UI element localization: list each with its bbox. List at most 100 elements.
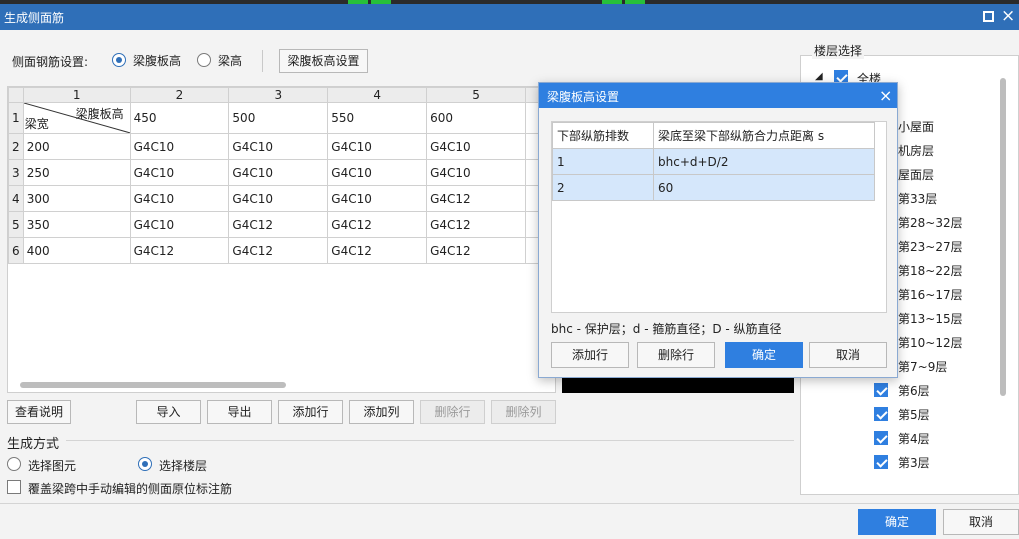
column-header[interactable]: 5 bbox=[426, 87, 526, 103]
horizontal-scrollbar[interactable] bbox=[20, 382, 286, 388]
table-cell[interactable]: G4C10 bbox=[426, 159, 526, 186]
row-header[interactable]: 6 bbox=[8, 237, 24, 264]
table-cell[interactable]: G4C10 bbox=[426, 133, 526, 160]
corner-label-web-height: 梁腹板高 bbox=[75, 107, 124, 121]
table-cell[interactable]: G4C12 bbox=[327, 237, 428, 264]
floor-label: 第4层 bbox=[898, 432, 930, 446]
floor-label: 机房层 bbox=[898, 144, 935, 158]
table-cell[interactable]: G4C10 bbox=[327, 159, 428, 186]
popup-delete-row-button[interactable]: 删除行 bbox=[637, 342, 715, 368]
floor-label: 第33层 bbox=[898, 192, 938, 206]
radio-select-element[interactable] bbox=[7, 457, 21, 471]
radio-web-height-label: 梁腹板高 bbox=[133, 54, 182, 68]
overwrite-checkbox[interactable] bbox=[7, 480, 21, 494]
table-row: 2 200 G4C10 G4C10 G4C10 G4C10 bbox=[8, 133, 555, 160]
popup-cell[interactable]: 2 bbox=[552, 174, 654, 201]
table-cell[interactable]: 200 bbox=[22, 133, 131, 160]
close-icon[interactable]: × bbox=[1001, 7, 1015, 25]
table-row: 4 300 G4C10 G4C10 G4C10 G4C12 bbox=[8, 185, 555, 212]
popup-cell[interactable]: 1 bbox=[552, 148, 654, 175]
row-header[interactable]: 1 bbox=[8, 102, 24, 134]
row-header[interactable]: 4 bbox=[8, 185, 24, 212]
table-cell[interactable]: 350 bbox=[22, 211, 131, 238]
table-cell[interactable]: G4C10 bbox=[327, 185, 428, 212]
column-header[interactable]: 2 bbox=[129, 87, 230, 103]
delete-row-button[interactable]: 删除行 bbox=[420, 400, 485, 424]
radio-web-height[interactable] bbox=[112, 53, 126, 67]
diagonal-header-cell: 梁腹板高 梁宽 bbox=[22, 102, 131, 134]
table-cell[interactable]: G4C10 bbox=[129, 159, 230, 186]
popup-cell[interactable]: 60 bbox=[653, 174, 875, 201]
web-height-settings-dialog: 梁腹板高设置 × 下部纵筋排数 梁底至梁下部纵筋合力点距离 s 1 bhc+d+… bbox=[538, 82, 898, 378]
export-button[interactable]: 导出 bbox=[207, 400, 272, 424]
table-cell[interactable]: G4C10 bbox=[228, 159, 329, 186]
popup-cell[interactable]: bhc+d+D/2 bbox=[653, 148, 875, 175]
radio-beam-height[interactable] bbox=[197, 53, 211, 67]
floor-checkbox[interactable] bbox=[874, 455, 888, 469]
floor-checkbox[interactable] bbox=[874, 407, 888, 421]
row-header[interactable]: 3 bbox=[8, 159, 24, 186]
floor-label: 第13~15层 bbox=[898, 312, 963, 326]
table-cell[interactable]: G4C12 bbox=[228, 211, 329, 238]
column-header[interactable]: 3 bbox=[228, 87, 329, 103]
ok-button[interactable]: 确定 bbox=[858, 509, 936, 535]
floor-vertical-scrollbar[interactable] bbox=[1000, 78, 1006, 396]
popup-titlebar: 梁腹板高设置 × bbox=[539, 83, 897, 108]
table-cell[interactable]: 550 bbox=[327, 102, 428, 134]
tree-expand-icon[interactable]: ◢ bbox=[815, 71, 823, 82]
table-cell[interactable]: G4C12 bbox=[426, 185, 526, 212]
rebar-setting-label: 侧面钢筋设置: bbox=[12, 55, 89, 69]
table-cell[interactable]: G4C12 bbox=[426, 237, 526, 264]
table-cell[interactable]: G4C12 bbox=[129, 237, 230, 264]
column-header-row: 1 2 3 4 5 bbox=[8, 87, 555, 103]
popup-row[interactable]: 2 60 bbox=[552, 174, 875, 201]
add-row-button[interactable]: 添加行 bbox=[278, 400, 343, 424]
floor-checkbox[interactable] bbox=[874, 383, 888, 397]
table-cell[interactable]: G4C12 bbox=[327, 211, 428, 238]
rebar-table: 1 2 3 4 5 1 梁腹板高 梁宽 450 500 550 600 2 20… bbox=[8, 87, 555, 264]
floor-checkbox[interactable] bbox=[874, 431, 888, 445]
generate-method-title: 生成方式 bbox=[7, 437, 60, 452]
floor-label: 第18~22层 bbox=[898, 264, 963, 278]
popup-grid[interactable]: 下部纵筋排数 梁底至梁下部纵筋合力点距离 s 1 bhc+d+D/2 2 60 bbox=[551, 121, 887, 313]
radio-select-floor[interactable] bbox=[138, 457, 152, 471]
table-cell[interactable]: G4C10 bbox=[327, 133, 428, 160]
row-header[interactable]: 5 bbox=[8, 211, 24, 238]
corner-cell bbox=[8, 87, 24, 103]
table-cell[interactable]: G4C10 bbox=[228, 185, 329, 212]
column-header[interactable]: 1 bbox=[22, 87, 131, 103]
table-cell[interactable]: 450 bbox=[129, 102, 230, 134]
table-row: 5 350 G4C10 G4C12 G4C12 G4C12 bbox=[8, 211, 555, 238]
table-cell[interactable]: G4C12 bbox=[426, 211, 526, 238]
popup-row[interactable]: 1 bhc+d+D/2 bbox=[552, 148, 875, 175]
table-cell[interactable]: 300 bbox=[22, 185, 131, 212]
rebar-grid[interactable]: 1 2 3 4 5 1 梁腹板高 梁宽 450 500 550 600 2 20… bbox=[7, 86, 556, 393]
maximize-icon[interactable] bbox=[983, 11, 994, 22]
table-cell[interactable]: G4C10 bbox=[228, 133, 329, 160]
table-cell[interactable]: 250 bbox=[22, 159, 131, 186]
view-help-button[interactable]: 查看说明 bbox=[7, 400, 71, 424]
popup-close-icon[interactable]: × bbox=[879, 86, 892, 105]
popup-cancel-button[interactable]: 取消 bbox=[809, 342, 887, 368]
table-cell[interactable]: G4C10 bbox=[129, 211, 230, 238]
table-cell[interactable]: G4C12 bbox=[228, 237, 329, 264]
add-column-button[interactable]: 添加列 bbox=[349, 400, 414, 424]
table-cell[interactable]: 600 bbox=[426, 102, 526, 134]
import-button[interactable]: 导入 bbox=[136, 400, 201, 424]
floor-label: 第10~12层 bbox=[898, 336, 963, 350]
table-cell[interactable]: 400 bbox=[22, 237, 131, 264]
popup-ok-button[interactable]: 确定 bbox=[725, 342, 803, 368]
popup-legend: bhc - 保护层；d - 箍筋直径；D - 纵筋直径 bbox=[551, 322, 782, 336]
dialog-titlebar: 生成侧面筋 × bbox=[0, 4, 1019, 30]
web-height-settings-button[interactable]: 梁腹板高设置 bbox=[279, 49, 368, 73]
delete-column-button[interactable]: 删除列 bbox=[491, 400, 556, 424]
table-cell[interactable]: 500 bbox=[228, 102, 329, 134]
table-cell[interactable]: G4C10 bbox=[129, 133, 230, 160]
row-header[interactable]: 2 bbox=[8, 133, 24, 160]
floor-label: 第7~9层 bbox=[898, 360, 948, 374]
popup-add-row-button[interactable]: 添加行 bbox=[551, 342, 629, 368]
cancel-button[interactable]: 取消 bbox=[943, 509, 1019, 535]
popup-title: 梁腹板高设置 bbox=[547, 90, 620, 104]
table-cell[interactable]: G4C10 bbox=[129, 185, 230, 212]
column-header[interactable]: 4 bbox=[327, 87, 428, 103]
